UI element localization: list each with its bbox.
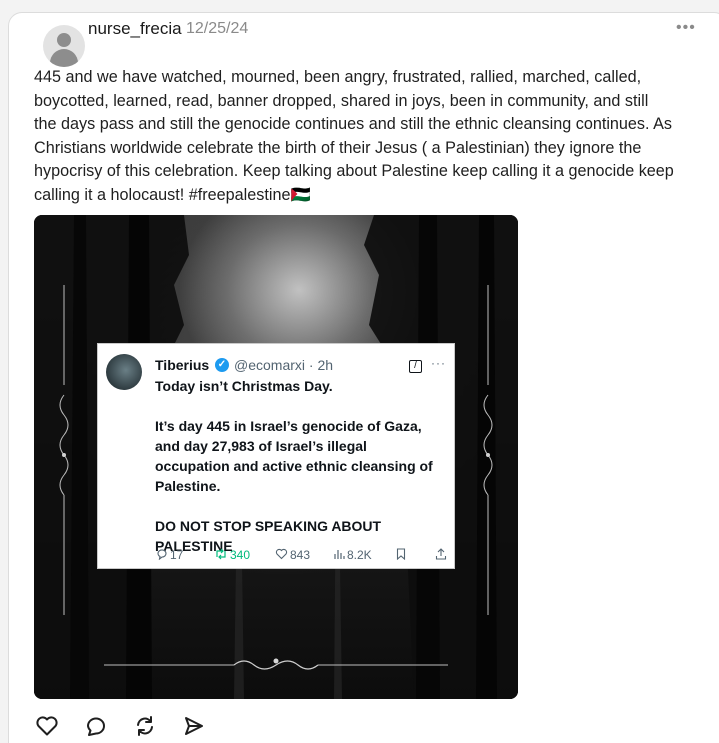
more-options-button[interactable]: •••: [676, 19, 696, 37]
share-icon: [435, 548, 447, 560]
post-image[interactable]: Tiberius ✓ @ecomarxi · 2h / ··· Today is…: [34, 215, 518, 699]
post-text: 445 and we have watched, mourned, been a…: [34, 66, 704, 208]
post-text-line: 445 and we have watched, mourned, been a…: [34, 68, 642, 86]
tweet-text-line: It’s day 445 in Israel’s genocide of Gaz…: [155, 418, 422, 434]
comment-icon[interactable]: [83, 713, 109, 739]
tweet-bookmark-stat: [396, 548, 406, 563]
tweet-author-name: Tiberius: [155, 357, 210, 373]
like-count: 843: [290, 548, 311, 562]
tweet-handle: @ecomarxi · 2h: [234, 357, 334, 373]
avatar-head: [57, 33, 71, 47]
repost-icon: [216, 548, 226, 560]
tweet-text-line: Today isn’t Christmas Day.: [155, 378, 333, 394]
post-text-line: boycotted, learned, read, banner dropped…: [34, 91, 649, 110]
post-text-line[interactable]: calling it a holocaust! #freepalestine🇵🇸: [34, 184, 704, 208]
grok-icon: /: [409, 360, 422, 373]
heart-icon: [275, 548, 288, 560]
tweet-avatar: [106, 354, 142, 390]
tweet-views-stat: 8.2K: [333, 548, 372, 562]
reply-icon: [157, 549, 167, 561]
post-text-line: the days pass and still the genocide con…: [34, 115, 673, 134]
verified-badge-icon: ✓: [215, 358, 229, 372]
post-text-line: hypocrisy of this celebration. Keep talk…: [34, 162, 674, 181]
views-icon: [334, 550, 345, 559]
avatar[interactable]: [43, 25, 85, 67]
username[interactable]: nurse_frecia: [88, 19, 182, 39]
tweet-text-line: [155, 496, 451, 516]
tweet-text: Today isn’t Christmas Day. It’s day 445 …: [155, 376, 451, 556]
tweet-like-stat: 843: [275, 548, 310, 562]
tweet-text-line: DO NOT STOP SPEAKING ABOUT: [155, 518, 382, 534]
repost-icon[interactable]: [132, 713, 158, 739]
tweet-text-line: and day 27,983 of Israel’s illegal: [155, 438, 367, 454]
share-icon[interactable]: [181, 713, 207, 739]
tweet-more-icon: ···: [431, 356, 446, 370]
reply-count: 17: [170, 548, 184, 562]
tweet-screenshot: Tiberius ✓ @ecomarxi · 2h / ··· Today is…: [97, 343, 455, 569]
post-text-line: Christians worldwide celebrate the birth…: [34, 138, 642, 157]
repost-count: 340: [230, 548, 251, 562]
bookmark-icon: [396, 548, 406, 561]
post-date[interactable]: 12/25/24: [186, 20, 248, 38]
tweet-repost-stat: 340: [214, 548, 250, 562]
tweet-text-line: Palestine.: [155, 478, 221, 494]
tweet-text-line: occupation and active ethnic cleansing o…: [155, 458, 433, 474]
views-count: 8.2K: [347, 548, 372, 562]
tweet-text-line: [155, 396, 451, 416]
tweet-reply-stat: 17: [156, 548, 183, 562]
tweet-share-stat: [435, 548, 447, 563]
avatar-body: [50, 49, 78, 67]
heart-icon[interactable]: [34, 713, 60, 739]
